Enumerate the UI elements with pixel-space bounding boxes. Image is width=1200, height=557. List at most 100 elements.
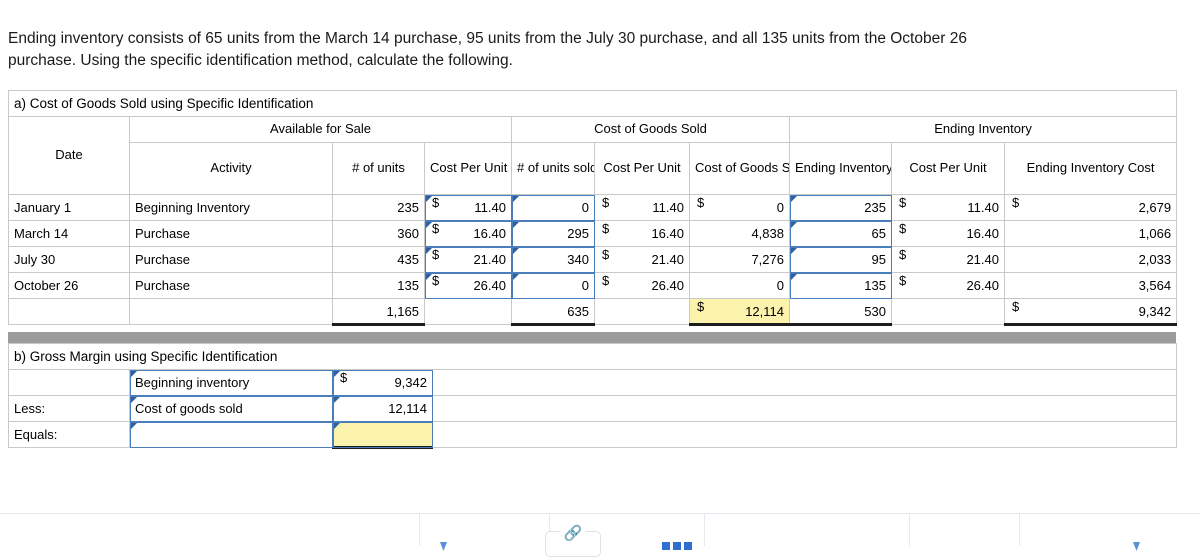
currency-symbol: $ xyxy=(602,247,609,262)
col-header-units-available: # of units xyxy=(333,143,425,195)
gross-margin-row: Beginning inventory $ 9,342 xyxy=(9,370,1177,396)
cell-cost-per-unit-sold: $ 11.40 xyxy=(595,195,690,221)
cell-units-sold[interactable]: 295 xyxy=(512,221,595,247)
group-header-cost-of-goods-sold: Cost of Goods Sold xyxy=(512,117,790,143)
row-filler xyxy=(433,422,1177,448)
cell-value: 16.40 xyxy=(651,226,684,241)
bottom-toolbar[interactable]: 🔗 xyxy=(0,513,1200,545)
cell-cost-of-goods-sold: 0 xyxy=(690,273,790,299)
cell-units-sold[interactable]: 340 xyxy=(512,247,595,273)
totals-spacer-2 xyxy=(595,299,690,325)
link-icon[interactable]: 🔗 xyxy=(545,531,601,557)
row-value-gross-margin[interactable] xyxy=(333,422,433,448)
table-row: July 30 Purchase 435 $ 21.40 340 $ 21.40… xyxy=(9,247,1177,273)
cell-cost-per-unit-sold: $ 21.40 xyxy=(595,247,690,273)
cell-cost-per-unit-sold: $ 26.40 xyxy=(595,273,690,299)
gross-margin-row: Equals: xyxy=(9,422,1177,448)
gross-margin-row: Less: Cost of goods sold 12,114 xyxy=(9,396,1177,422)
cell-value: 26.40 xyxy=(651,278,684,293)
grid-dot xyxy=(662,542,670,550)
cell-date: October 26 xyxy=(9,273,130,299)
cell-cost-per-unit-ending: $ 16.40 xyxy=(892,221,1005,247)
toolbar-caret-left[interactable] xyxy=(440,542,447,551)
totals-spacer-3 xyxy=(892,299,1005,325)
cell-value: 2,679 xyxy=(1139,200,1172,215)
cell-value: 16.40 xyxy=(966,226,999,241)
row-item[interactable]: Cost of goods sold xyxy=(130,396,333,422)
cell-value: 21.40 xyxy=(651,252,684,267)
cell-units-sold[interactable]: 0 xyxy=(512,195,595,221)
table-row: March 14 Purchase 360 $ 16.40 295 $ 16.4… xyxy=(9,221,1177,247)
total-ending-inventory-units: 530 xyxy=(790,299,892,325)
cell-value: 11.40 xyxy=(967,200,999,215)
cell-date: January 1 xyxy=(9,195,130,221)
currency-symbol: $ xyxy=(432,221,439,236)
cell-ending-inventory-units[interactable]: 65 xyxy=(790,221,892,247)
cell-value: 26.40 xyxy=(966,278,999,293)
currency-symbol: $ xyxy=(899,247,906,262)
section-b-title: b) Gross Margin using Specific Identific… xyxy=(9,344,1177,370)
cell-cost-per-unit-available[interactable]: $ 21.40 xyxy=(425,247,512,273)
cell-ending-inventory-units[interactable]: 235 xyxy=(790,195,892,221)
cell-value: 21.40 xyxy=(966,252,999,267)
cell-date: July 30 xyxy=(9,247,130,273)
table-row: October 26 Purchase 135 $ 26.40 0 $ 26.4… xyxy=(9,273,1177,299)
section-b: b) Gross Margin using Specific Identific… xyxy=(0,343,1200,449)
col-header-cost-per-unit-available: Cost Per Unit xyxy=(425,143,512,195)
cell-value: 21.40 xyxy=(473,252,506,267)
group-header-available-for-sale: Available for Sale xyxy=(130,117,512,143)
cell-cost-per-unit-available[interactable]: $ 26.40 xyxy=(425,273,512,299)
cell-value: 26.40 xyxy=(473,278,506,293)
link-glyph: 🔗 xyxy=(561,526,586,541)
cell-ending-inventory-units[interactable]: 95 xyxy=(790,247,892,273)
col-header-cost-of-goods-sold: Cost of Goods Sold xyxy=(690,143,790,195)
row-label xyxy=(9,370,130,396)
section-a: a) Cost of Goods Sold using Specific Ide… xyxy=(0,72,1200,326)
cell-cost-per-unit-available[interactable]: $ 11.40 xyxy=(425,195,512,221)
cell-units-available: 235 xyxy=(333,195,425,221)
row-value[interactable]: $ 9,342 xyxy=(333,370,433,396)
cell-cost-per-unit-ending: $ 21.40 xyxy=(892,247,1005,273)
toolbar-segment-4 xyxy=(705,514,910,546)
cell-value: 11.40 xyxy=(474,200,506,215)
cell-value: 9,342 xyxy=(1139,304,1172,319)
cell-cost-of-goods-sold: $ 0 xyxy=(690,195,790,221)
table-row: January 1 Beginning Inventory 235 $ 11.4… xyxy=(9,195,1177,221)
cell-value: 9,342 xyxy=(394,375,427,390)
cell-activity: Purchase xyxy=(130,273,333,299)
cell-ending-inventory-cost: 3,564 xyxy=(1005,273,1177,299)
col-header-date: Date xyxy=(9,117,130,195)
row-item[interactable] xyxy=(130,422,333,448)
cell-cost-per-unit-ending: $ 11.40 xyxy=(892,195,1005,221)
problem-statement: Ending inventory consists of 65 units fr… xyxy=(0,0,1200,72)
cell-value: 0 xyxy=(777,200,784,215)
cell-value: 16.40 xyxy=(473,226,506,241)
cell-ending-inventory-units[interactable]: 135 xyxy=(790,273,892,299)
row-label: Equals: xyxy=(9,422,130,448)
cell-units-available: 435 xyxy=(333,247,425,273)
currency-symbol: $ xyxy=(602,221,609,236)
cell-cost-of-goods-sold: 4,838 xyxy=(690,221,790,247)
currency-symbol: $ xyxy=(602,195,609,210)
col-header-ending-inventory-cost: Ending Inventory Cost xyxy=(1005,143,1177,195)
toolbar-caret-right[interactable] xyxy=(1133,542,1140,551)
section-separator xyxy=(8,332,1176,343)
cogs-worksheet[interactable]: a) Cost of Goods Sold using Specific Ide… xyxy=(8,90,1177,326)
cell-date: March 14 xyxy=(9,221,130,247)
col-header-activity: Activity xyxy=(130,143,333,195)
currency-symbol: $ xyxy=(899,195,906,210)
grid-dot xyxy=(684,542,692,550)
grid-icon[interactable] xyxy=(662,542,692,550)
row-value[interactable]: 12,114 xyxy=(333,396,433,422)
gross-margin-worksheet[interactable]: b) Gross Margin using Specific Identific… xyxy=(8,343,1177,449)
cell-units-available: 135 xyxy=(333,273,425,299)
currency-symbol: $ xyxy=(340,370,347,385)
cell-cost-per-unit-available[interactable]: $ 16.40 xyxy=(425,221,512,247)
cell-units-sold[interactable]: 0 xyxy=(512,273,595,299)
currency-symbol: $ xyxy=(697,299,704,314)
cell-cost-per-unit-sold: $ 16.40 xyxy=(595,221,690,247)
row-item[interactable]: Beginning inventory xyxy=(130,370,333,396)
cell-activity: Purchase xyxy=(130,221,333,247)
cell-ending-inventory-cost: $ 2,679 xyxy=(1005,195,1177,221)
col-header-cost-per-unit-sold: Cost Per Unit xyxy=(595,143,690,195)
